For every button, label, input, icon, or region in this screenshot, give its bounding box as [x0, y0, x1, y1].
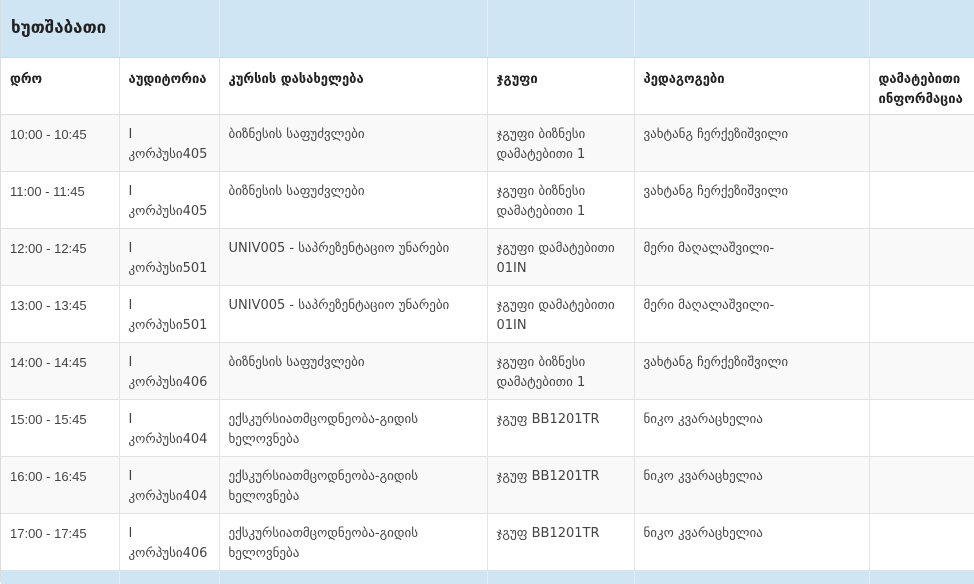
table-row: 12:00 - 12:45 Iკორპუსი501 UNIV005 - საპრეზ… [1, 228, 974, 286]
room-number: კორპუსი501 [128, 317, 208, 333]
cell-room: Iკორპუსი501 [119, 228, 220, 286]
cell-room: Iკორპუსი404 [119, 399, 220, 457]
room-building: I [128, 297, 133, 313]
cell-teacher: ნიკო კვარაცხელია [634, 399, 870, 457]
cell-room: Iკორპუსი405 [119, 114, 220, 172]
cell-group: ჯგუფი ბიზნესი დამატებითი 1 [487, 171, 635, 229]
cell-course: ექსკურსიათმცოდნეობა-გიდის ხელოვნება [219, 456, 488, 514]
table-row: 14:00 - 14:45 Iკორპუსი406 ბიზნესის საფუძვლ… [1, 342, 974, 400]
cell-teacher: ნიკო კვარაცხელია [634, 513, 870, 571]
table-row: 11:00 - 11:45 Iკორპუსი405 ბიზნესის საფუძვლ… [1, 171, 974, 229]
cell-time: 11:00 - 11:45 [1, 171, 120, 229]
room-building: I [128, 240, 133, 256]
cell-extra-info [869, 399, 974, 457]
cell-group: ჯგუფი ბიზნესი დამატებითი 1 [487, 114, 635, 172]
room-building: I [128, 468, 133, 484]
cell-teacher: ვახტანგ ჩერქეზიშვილი [634, 114, 870, 172]
column-header-extra-info: დამატებითი ინფორმაცია [869, 57, 974, 115]
cell-time: 15:00 - 15:45 [1, 399, 120, 457]
table-row: 16:00 - 16:45 Iკორპუსი404 ექსკურსიათმცოდნე… [1, 456, 974, 514]
cell-time: 10:00 - 10:45 [1, 114, 120, 172]
cell-teacher: მერი მაღალაშვილი- [634, 228, 870, 286]
cell-teacher: მერი მაღალაშვილი- [634, 285, 870, 343]
table-row: 13:00 - 13:45 Iკორპუსი501 UNIV005 - საპრეზ… [1, 285, 974, 343]
column-header-room: აუდიტორია [119, 57, 220, 115]
cell-time: 16:00 - 16:45 [1, 456, 120, 514]
cell-extra-info [869, 285, 974, 343]
cell-teacher: ნიკო კვარაცხელია [634, 456, 870, 514]
schedule-table-container: ხუთშაბათი დრო აუდიტორია კურსის დასახელებ… [0, 0, 974, 584]
column-header-row: დრო აუდიტორია კურსის დასახელება ჯგუფი პე… [1, 57, 974, 115]
room-building: I [128, 525, 133, 541]
cell-teacher: ვახტანგ ჩერქეზიშვილი [634, 171, 870, 229]
cell-group: ჯგუფ BB1201TR [487, 456, 635, 514]
table-row: 17:00 - 17:45 Iკორპუსი406 ექსკურსიათმცოდნე… [1, 513, 974, 571]
cell-course: ექსკურსიათმცოდნეობა-გიდის ხელოვნება [219, 399, 488, 457]
day-header-row: ხუთშაბათი [1, 0, 974, 58]
column-header-course: კურსის დასახელება [219, 57, 488, 115]
room-number: კორპუსი405 [128, 146, 208, 162]
room-number: კორპუსი404 [128, 431, 208, 447]
cell-extra-info [869, 456, 974, 514]
cell-extra-info [869, 171, 974, 229]
cell-course: ექსკურსიათმცოდნეობა-გიდის ხელოვნება [219, 513, 488, 571]
cell-course: ბიზნესის საფუძვლები [219, 171, 488, 229]
room-number: კორპუსი404 [128, 488, 208, 504]
room-building: I [128, 126, 133, 142]
room-number: კორპუსი501 [128, 260, 208, 276]
cell-course: ბიზნესის საფუძვლები [219, 114, 488, 172]
room-building: I [128, 183, 133, 199]
room-number: კორპუსი406 [128, 374, 208, 390]
cell-room: Iკორპუსი501 [119, 285, 220, 343]
cell-time: 14:00 - 14:45 [1, 342, 120, 400]
column-header-time: დრო [1, 57, 120, 115]
cell-extra-info [869, 513, 974, 571]
room-number: კორპუსი406 [128, 545, 208, 561]
cell-course: UNIV005 - საპრეზენტაციო უნარები [219, 228, 488, 286]
room-building: I [128, 354, 133, 370]
cell-room: Iკორპუსი406 [119, 513, 220, 571]
cell-time: 17:00 - 17:45 [1, 513, 120, 571]
column-header-teachers: პედაგოგები [634, 57, 870, 115]
cell-extra-info [869, 114, 974, 172]
cell-time: 13:00 - 13:45 [1, 285, 120, 343]
cell-group: ჯგუფი ბიზნესი დამატებითი 1 [487, 342, 635, 400]
cell-teacher: ვახტანგ ჩერქეზიშვილი [634, 342, 870, 400]
schedule-table: ხუთშაბათი დრო აუდიტორია კურსის დასახელებ… [1, 0, 974, 584]
table-row: 10:00 - 10:45 Iკორპუსი405 ბიზნესის საფუძვლ… [1, 114, 974, 172]
day-header-cell: ხუთშაბათი [1, 0, 120, 58]
cell-room: Iკორპუსი404 [119, 456, 220, 514]
room-building: I [128, 411, 133, 427]
cell-course: ბიზნესის საფუძვლები [219, 342, 488, 400]
cell-group: ჯგუფ BB1201TR [487, 399, 635, 457]
cell-room: Iკორპუსი405 [119, 171, 220, 229]
column-header-group: ჯგუფი [487, 57, 635, 115]
cell-extra-info [869, 342, 974, 400]
cell-group: ჯგუფ BB1201TR [487, 513, 635, 571]
cell-course: UNIV005 - საპრეზენტაციო უნარები [219, 285, 488, 343]
day-title: ხუთშაბათი [11, 18, 107, 39]
cell-extra-info [869, 228, 974, 286]
cell-group: ჯგუფი დამატებითი 01IN [487, 285, 635, 343]
table-row: 15:00 - 15:45 Iკორპუსი404 ექსკურსიათმცოდნე… [1, 399, 974, 457]
room-number: კორპუსი405 [128, 203, 208, 219]
cell-time: 12:00 - 12:45 [1, 228, 120, 286]
cell-group: ჯგუფი დამატებითი 01IN [487, 228, 635, 286]
cell-room: Iკორპუსი406 [119, 342, 220, 400]
